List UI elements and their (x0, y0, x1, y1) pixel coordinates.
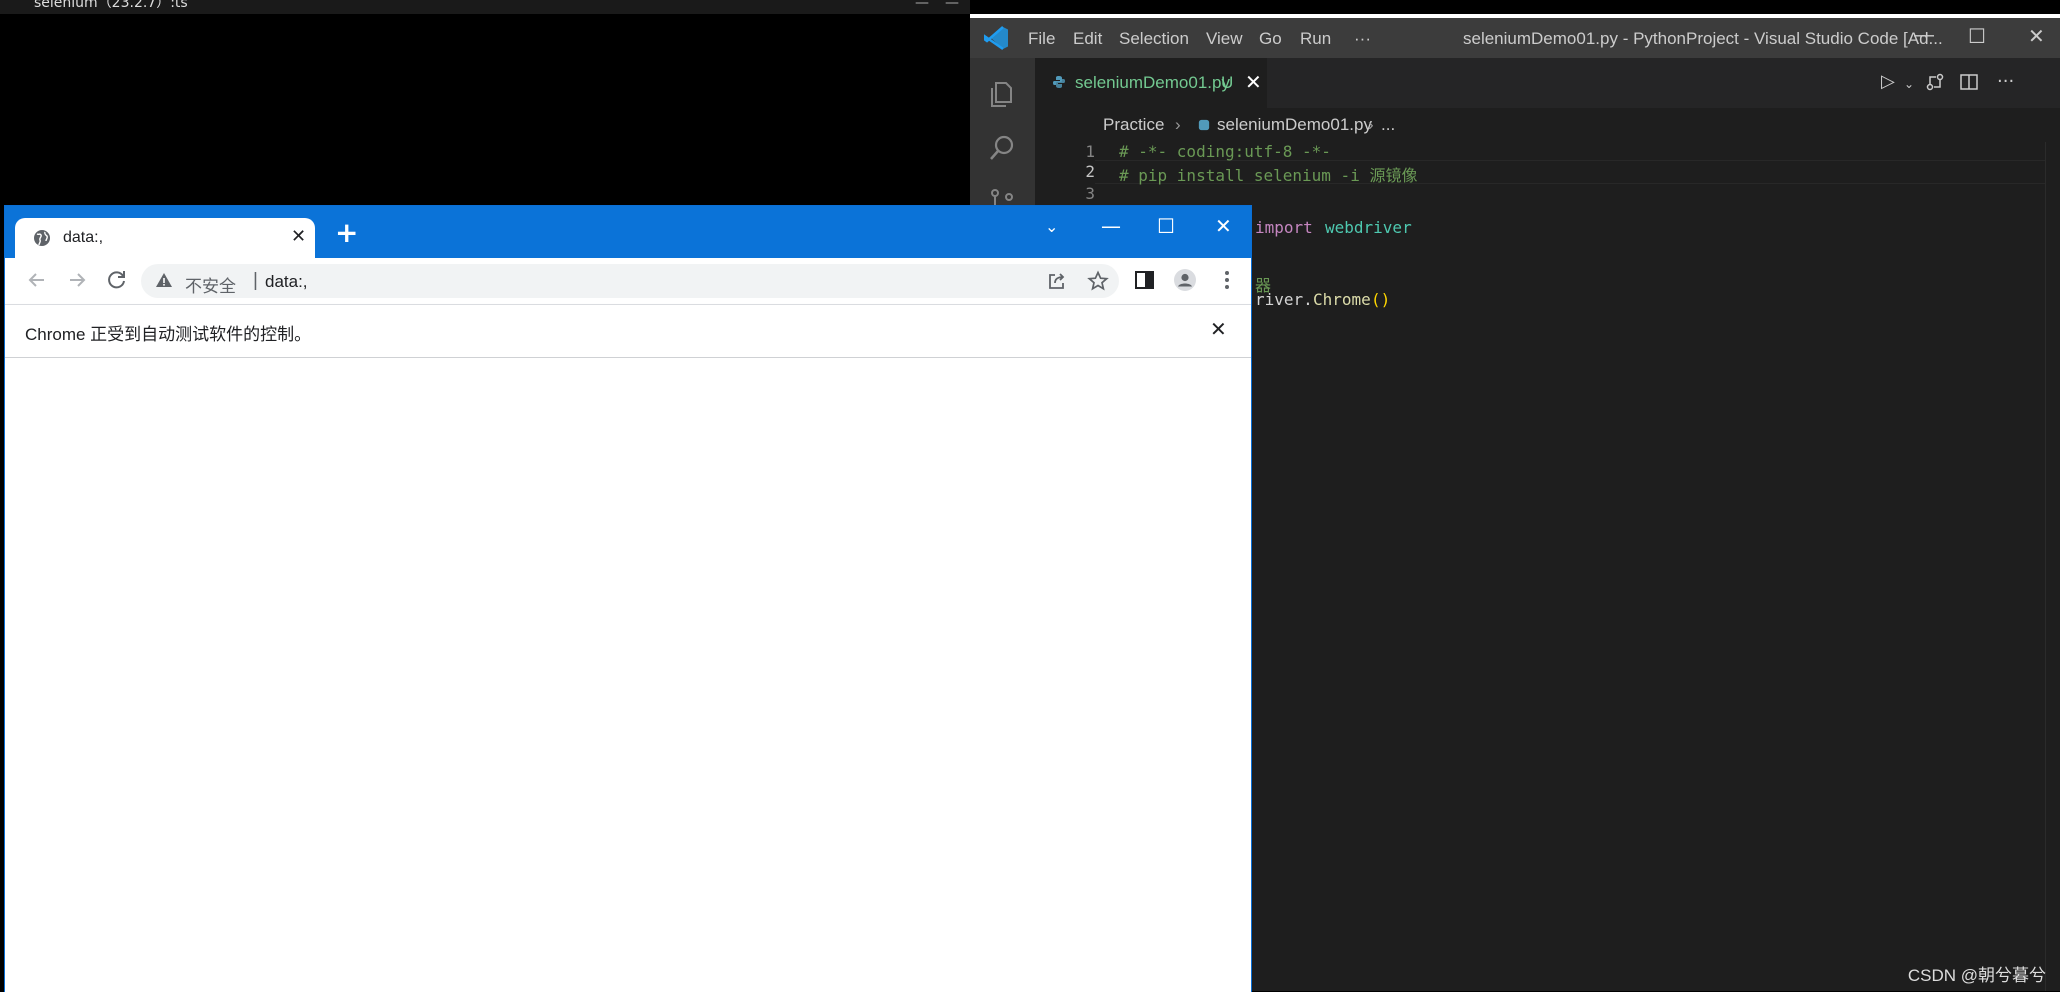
code-line-1: # -*- coding:utf-8 -*- (1119, 142, 1331, 161)
menu-more[interactable]: ··· (1354, 29, 1371, 49)
menu-file[interactable]: File (1028, 29, 1055, 49)
terminal-close-button[interactable]: — (945, 0, 959, 10)
chrome-maximize-button[interactable]: ☐ (1157, 214, 1175, 238)
menu-view[interactable]: View (1206, 29, 1243, 49)
vscode-window-title: seleniumDemo01.py - PythonProject - Visu… (1463, 29, 1943, 48)
breadcrumb-file[interactable]: seleniumDemo01.py (1217, 115, 1372, 135)
back-icon[interactable] (25, 268, 49, 292)
explorer-icon[interactable] (986, 78, 1018, 110)
code-webdriver: webdriver (1325, 218, 1412, 237)
code-line-2: # pip install selenium -i 源镜像 (1119, 166, 1418, 185)
menu-go[interactable]: Go (1259, 29, 1282, 49)
globe-icon (34, 230, 50, 246)
open-changes-icon[interactable] (1925, 72, 1945, 92)
profile-avatar-icon[interactable] (1173, 268, 1197, 292)
chrome-tab-title: data:, (63, 229, 104, 246)
vscode-close-button[interactable]: ✕ (2028, 24, 2045, 49)
tab-seleniumdemo01[interactable]: seleniumDemo01.py U ✕ (1035, 58, 1267, 108)
line-number: 1 (1085, 142, 1095, 161)
not-secure-label: 不安全 (185, 277, 236, 296)
python-file-icon (1053, 76, 1065, 88)
breadcrumb-folder[interactable]: Practice (1103, 115, 1164, 135)
code-driver-fragment: river. (1255, 290, 1313, 309)
terminal-minimize-button[interactable]: — (915, 0, 929, 10)
editor-more-actions-icon[interactable]: ··· (1997, 71, 2014, 92)
infobar-close-icon[interactable]: ✕ (1210, 317, 1227, 342)
omnibox-separator: | (253, 270, 258, 291)
vscode-minimize-button[interactable]: — (1914, 24, 1934, 47)
automation-infobar: Chrome 正受到自动测试软件的控制。 ✕ (5, 304, 1251, 359)
editor-tabbar: seleniumDemo01.py U ✕ ▷ ⌄ ··· (1035, 58, 2060, 108)
split-editor-icon[interactable] (1959, 72, 1979, 92)
bookmark-star-icon[interactable] (1087, 270, 1109, 292)
chrome-tabstrip: data:, ✕ + ⌄ — ☐ ✕ (5, 206, 1251, 258)
breadcrumb-symbols[interactable]: ... (1381, 115, 1395, 135)
forward-icon[interactable] (65, 268, 89, 292)
vscode-titlebar: File Edit Selection View Go Run ··· sele… (970, 18, 2060, 58)
tab-search-icon[interactable]: ⌄ (1045, 217, 1058, 236)
terminal-titlebar: selenium（23.2.7）:ts — — (0, 0, 970, 14)
run-dropdown-icon[interactable]: ⌄ (1904, 77, 1914, 91)
code-chrome-call: Chrome (1313, 290, 1371, 309)
chrome-toolbar: 不安全 | data:, (5, 258, 1251, 304)
new-tab-button[interactable]: + (335, 219, 358, 247)
menu-run[interactable]: Run (1300, 29, 1331, 49)
breadcrumb: Practice › seleniumDemo01.py › ... (1035, 108, 2060, 142)
infobar-message: Chrome 正受到自动测试软件的控制。 (25, 325, 312, 344)
code-parens: () (1371, 290, 1391, 309)
menu-selection[interactable]: Selection (1119, 29, 1189, 49)
chrome-tab-close-icon[interactable]: ✕ (291, 226, 306, 247)
share-icon[interactable] (1047, 271, 1067, 291)
url-text[interactable]: data:, (265, 272, 308, 292)
warning-icon[interactable] (155, 271, 173, 289)
vscode-logo-icon (984, 26, 1008, 51)
address-bar[interactable]: 不安全 | data:, (141, 264, 1119, 298)
chrome-tab-active[interactable]: data:, ✕ (15, 218, 315, 258)
tab-untracked-status: U (1221, 73, 1234, 92)
watermark: CSDN @朝兮暮兮 (1907, 966, 2046, 985)
editor-scrollbar[interactable] (2045, 142, 2060, 991)
tab-close-icon[interactable]: ✕ (1245, 70, 1262, 95)
run-python-icon[interactable]: ▷ (1881, 71, 1895, 92)
page-content[interactable] (5, 358, 1251, 992)
code-import-keyword: import (1255, 218, 1313, 237)
search-icon[interactable] (986, 132, 1018, 164)
line-number: 3 (1085, 184, 1095, 203)
chrome-menu-icon[interactable] (1215, 268, 1239, 292)
side-panel-icon[interactable] (1133, 268, 1157, 292)
tab-label: seleniumDemo01.py (1075, 73, 1230, 92)
menu-edit[interactable]: Edit (1073, 29, 1102, 49)
terminal-title: selenium（23.2.7）:ts (34, 0, 188, 11)
chrome-window: data:, ✕ + ⌄ — ☐ ✕ 不安全 | data:, Chrome 正… (4, 205, 1252, 992)
breadcrumb-chevron-icon: › (1368, 115, 1374, 134)
breadcrumb-python-icon (1198, 119, 1210, 131)
line-number-active: 2 (1085, 162, 1095, 181)
breadcrumb-chevron-icon: › (1175, 115, 1181, 134)
reload-icon[interactable] (105, 268, 129, 292)
chrome-close-button[interactable]: ✕ (1215, 214, 1232, 238)
chrome-minimize-button[interactable]: — (1101, 214, 1121, 238)
vscode-maximize-button[interactable]: ☐ (1968, 24, 1986, 49)
